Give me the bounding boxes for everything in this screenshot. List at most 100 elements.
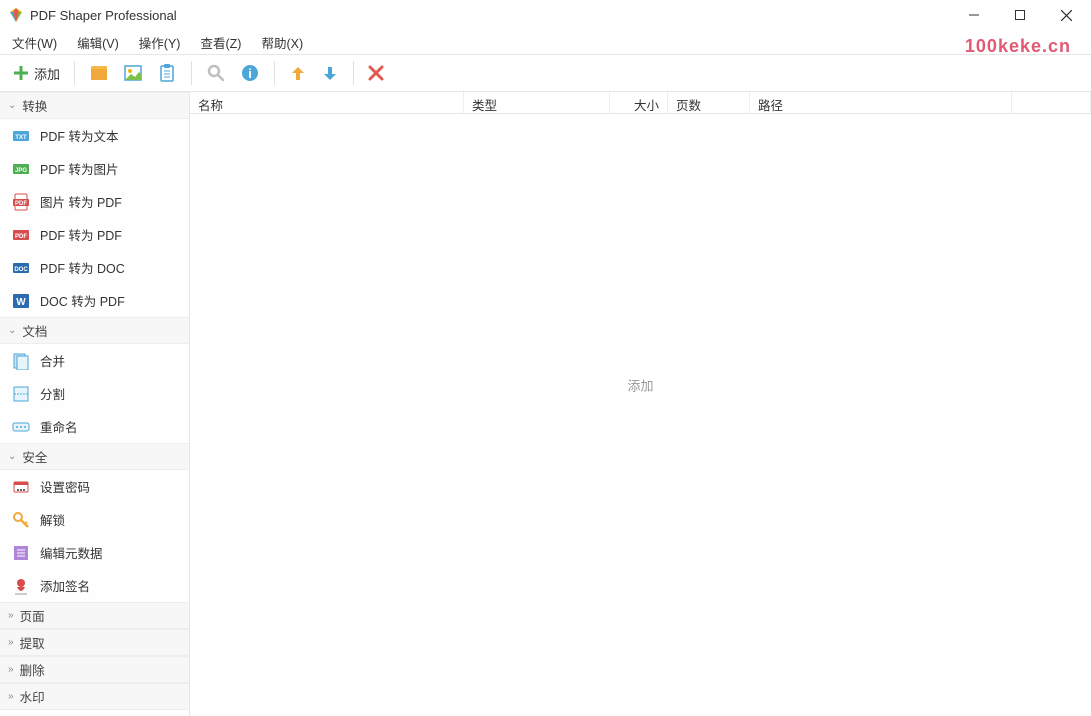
section-title: 转换 (22, 96, 47, 115)
paste-button[interactable] (153, 59, 181, 87)
sidebar-item-merge[interactable]: 合并 (0, 344, 189, 377)
separator (353, 61, 354, 85)
split-icon (12, 385, 30, 403)
folder-icon (89, 63, 109, 83)
section-page[interactable]: »页面 (0, 602, 189, 629)
item-label: DOC 转为 PDF (40, 291, 125, 310)
sidebar-item-pdf-to-doc[interactable]: DOC PDF 转为 DOC (0, 251, 189, 284)
merge-icon (12, 352, 30, 370)
add-button[interactable]: 添加 (8, 60, 64, 87)
chevron-right-icon: » (8, 691, 14, 702)
item-label: PDF 转为 PDF (40, 225, 122, 244)
separator (191, 61, 192, 85)
menu-file[interactable]: 文件(W) (4, 31, 65, 54)
info-button[interactable]: i (236, 59, 264, 87)
search-icon (206, 63, 226, 83)
item-label: PDF 转为 DOC (40, 258, 125, 277)
image-icon (123, 63, 143, 83)
titlebar: PDF Shaper Professional (0, 0, 1091, 30)
svg-text:PDF: PDF (15, 201, 27, 207)
menubar: 文件(W) 编辑(V) 操作(Y) 查看(Z) 帮助(X) (0, 30, 1091, 54)
toolbar: 添加 i (0, 54, 1091, 92)
svg-text:PDF: PDF (15, 234, 27, 240)
section-document[interactable]: ⌄ 文档 (0, 317, 189, 344)
move-up-button[interactable] (285, 60, 311, 86)
image-button[interactable] (119, 59, 147, 87)
txt-icon: TXT (12, 127, 30, 145)
section-title: 安全 (22, 447, 47, 466)
col-pages[interactable]: 页数 (668, 92, 750, 113)
section-title: 文档 (22, 321, 47, 340)
move-down-button[interactable] (317, 60, 343, 86)
minimize-button[interactable] (951, 0, 997, 30)
svg-text:i: i (248, 66, 252, 81)
item-label: 解锁 (40, 510, 65, 529)
item-label: 图片 转为 PDF (40, 192, 122, 211)
sidebar: ⌄ 转换 TXTPDF 转为文本 JPG PDF 转为图片 PDF 图片 转为 PDF… (0, 92, 190, 716)
column-header: 名称 类型 大小 页数 路径 (190, 92, 1091, 114)
sidebar-item-sign[interactable]: 添加签名 (0, 569, 189, 602)
rename-icon (12, 418, 30, 436)
sidebar-item-set-password[interactable]: 设置密码 (0, 470, 189, 503)
app-icon (8, 7, 24, 23)
item-label: 编辑元数据 (40, 543, 103, 562)
word-icon: W (12, 292, 30, 310)
menu-help[interactable]: 帮助(X) (253, 31, 311, 54)
section-watermark[interactable]: » 水印 (0, 683, 189, 710)
separator (274, 61, 275, 85)
sidebar-item-image-to-pdf[interactable]: PDF 图片 转为 PDF (0, 185, 189, 218)
sidebar-item-pdf-to-pdf[interactable]: PDF PDF 转为 PDF (0, 218, 189, 251)
sidebar-item-unlock[interactable]: 解锁 (0, 503, 189, 536)
sidebar-item-pdf-to-image[interactable]: JPG PDF 转为图片 (0, 152, 189, 185)
section-convert[interactable]: ⌄ 转换 (0, 92, 189, 119)
arrow-down-icon (321, 64, 339, 82)
col-path[interactable]: 路径 (750, 92, 1012, 113)
item-label: 合并 (40, 351, 65, 370)
key-icon (12, 511, 30, 529)
x-icon (368, 65, 384, 81)
section-extract[interactable]: »提取 (0, 629, 189, 656)
menu-edit[interactable]: 编辑(V) (69, 31, 127, 54)
remove-button[interactable] (364, 61, 388, 85)
plus-icon (12, 64, 30, 82)
window-title: PDF Shaper Professional (30, 8, 951, 23)
sidebar-item-metadata[interactable]: 编辑元数据 (0, 536, 189, 569)
col-name[interactable]: 名称 (190, 92, 464, 113)
section-title: 水印 (20, 687, 45, 706)
item-label: 重命名 (40, 417, 78, 436)
svg-text:JPG: JPG (15, 168, 27, 174)
add-button-label: 添加 (34, 64, 60, 83)
svg-text:TXT: TXT (15, 135, 27, 141)
item-label: 添加签名 (40, 576, 90, 595)
section-security[interactable]: ⌄安全 (0, 443, 189, 470)
section-delete[interactable]: »删除 (0, 656, 189, 683)
menu-view[interactable]: 查看(Z) (192, 31, 249, 54)
file-list-area[interactable]: 添加 (190, 114, 1091, 716)
doc-icon: DOC (12, 259, 30, 277)
svg-text:DOC: DOC (14, 267, 28, 273)
item-label: PDF 转为图片 (40, 159, 118, 178)
separator (74, 61, 75, 85)
section-title: 删除 (20, 660, 45, 679)
chevron-down-icon: ⌄ (8, 325, 16, 336)
sidebar-item-split[interactable]: 分割 (0, 377, 189, 410)
sidebar-item-pdf-to-text[interactable]: TXTPDF 转为文本 (0, 119, 189, 152)
close-button[interactable] (1043, 0, 1089, 30)
chevron-down-icon: ⌄ (8, 100, 16, 111)
folder-button[interactable] (85, 59, 113, 87)
sidebar-item-rename[interactable]: 重命名 (0, 410, 189, 443)
info-icon: i (240, 63, 260, 83)
sidebar-item-doc-to-pdf[interactable]: W DOC 转为 PDF (0, 284, 189, 317)
pdf-icon: PDF (12, 226, 30, 244)
col-type[interactable]: 类型 (464, 92, 610, 113)
metadata-icon (12, 544, 30, 562)
signature-icon (12, 577, 30, 595)
col-size[interactable]: 大小 (610, 92, 668, 113)
clipboard-icon (157, 63, 177, 83)
menu-action[interactable]: 操作(Y) (131, 31, 189, 54)
maximize-button[interactable] (997, 0, 1043, 30)
section-title: 页面 (20, 606, 45, 625)
section-title: 提取 (20, 633, 45, 652)
search-button[interactable] (202, 59, 230, 87)
drop-placeholder: 添加 (627, 375, 653, 394)
